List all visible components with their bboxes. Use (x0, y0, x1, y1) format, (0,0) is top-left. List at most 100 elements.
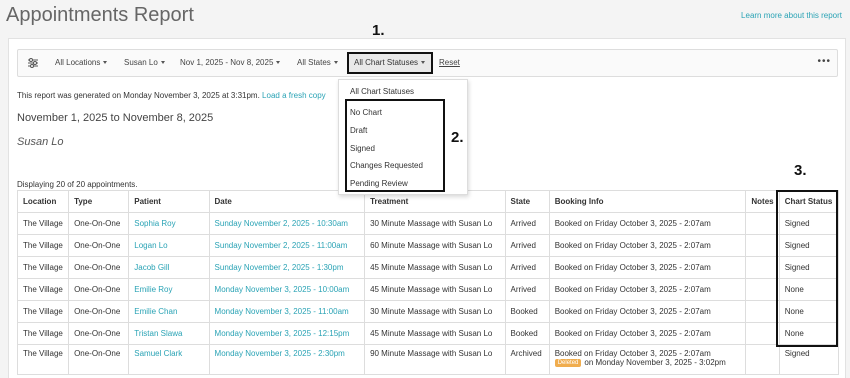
chevron-down-icon (333, 61, 338, 65)
booking-text: Booked on Friday October 3, 2025 - 2:07a… (554, 349, 711, 358)
cell-chart-status: Signed (778, 256, 840, 279)
cell-treatment: 90 Minute Massage with Susan Lo (364, 344, 506, 375)
chevron-down-icon (103, 61, 108, 65)
cell-date-link[interactable]: Monday November 3, 2025 - 2:30pm (208, 344, 366, 375)
cell-date-link[interactable]: Sunday November 2, 2025 - 11:00am (208, 234, 366, 257)
cell-date-link[interactable]: Sunday November 2, 2025 - 1:30pm (208, 256, 366, 279)
cell-treatment: 30 Minute Massage with Susan Lo (364, 212, 506, 235)
report-date-range: November 1, 2025 to November 8, 2025 (17, 112, 214, 124)
cell-chart-status: Signed (778, 212, 840, 235)
cell-booking-info: Booked on Friday October 3, 2025 - 2:07a… (548, 234, 747, 257)
cell-location: The Village (16, 278, 70, 301)
chart-status-dropdown: All Chart Statuses No Chart Draft Signed… (338, 79, 468, 195)
cell-notes (745, 256, 780, 279)
cell-notes (745, 322, 780, 345)
cell-treatment: 60 Minute Massage with Susan Lo (364, 234, 506, 257)
generated-text: This report was generated on Monday Nove… (17, 91, 260, 100)
header-chart-status[interactable]: Chart Status (778, 190, 840, 213)
cell-type: One-On-One (68, 300, 130, 323)
cell-treatment: 45 Minute Massage with Susan Lo (364, 322, 506, 345)
cell-location: The Village (16, 300, 70, 323)
cell-booking-info: Booked on Friday October 3, 2025 - 2:07a… (548, 322, 747, 345)
cell-state: Booked (504, 300, 550, 323)
cell-type: One-On-One (68, 256, 130, 279)
dropdown-item-all[interactable]: All Chart Statuses (350, 87, 414, 96)
cell-state: Arrived (504, 256, 550, 279)
cell-location: The Village (16, 322, 70, 345)
callout-3: 3. (794, 162, 807, 179)
cell-type: One-On-One (68, 212, 130, 235)
chart-status-filter[interactable]: All Chart Statuses (347, 52, 433, 74)
cell-patient-link[interactable]: Emilie Chan (128, 300, 210, 323)
table-row: The Village One-On-One Jacob Gill Sunday… (16, 256, 840, 279)
cell-date-link[interactable]: Monday November 3, 2025 - 11:00am (208, 300, 366, 323)
table-row: The Village One-On-One Logan Lo Sunday N… (16, 234, 840, 257)
cell-notes (745, 234, 780, 257)
cell-notes (745, 212, 780, 235)
header-patient[interactable]: Patient (128, 190, 210, 213)
cell-state: Arrived (504, 212, 550, 235)
cell-location: The Village (16, 212, 70, 235)
dropdown-highlight-box (345, 99, 445, 192)
deleted-badge: Deleted (554, 358, 582, 367)
cell-patient-link[interactable]: Logan Lo (128, 234, 210, 257)
cell-date-link[interactable]: Monday November 3, 2025 - 10:00am (208, 278, 366, 301)
cell-booking-info: Booked on Friday October 3, 2025 - 2:07a… (548, 344, 747, 375)
cell-date-link[interactable]: Monday November 3, 2025 - 12:15pm (208, 322, 366, 345)
table-row: The Village One-On-One Sophia Roy Sunday… (16, 212, 840, 235)
cell-state: Archived (504, 344, 550, 375)
callout-2: 2. (451, 129, 464, 146)
deleted-line: Deleted on Monday November 3, 2025 - 3:02… (554, 358, 741, 367)
cell-chart-status: None (778, 300, 840, 323)
report-card: All Locations Susan Lo Nov 1, 2025 - Nov… (8, 22, 846, 378)
cell-notes (745, 344, 780, 375)
cell-patient-link[interactable]: Sophia Roy (128, 212, 210, 235)
cell-treatment: 45 Minute Massage with Susan Lo (364, 278, 506, 301)
deleted-text: on Monday November 3, 2025 - 3:02pm (584, 358, 726, 367)
cell-chart-status: Signed (778, 344, 840, 375)
cell-treatment: 45 Minute Massage with Susan Lo (364, 256, 506, 279)
appointments-table: Location Type Patient Date Treatment Sta… (16, 190, 840, 375)
cell-booking-info: Booked on Friday October 3, 2025 - 2:07a… (548, 300, 747, 323)
cell-type: One-On-One (68, 344, 130, 375)
reset-link[interactable]: Reset (439, 50, 460, 76)
cell-patient-link[interactable]: Jacob Gill (128, 256, 210, 279)
cell-location: The Village (16, 344, 70, 375)
cell-booking-info: Booked on Friday October 3, 2025 - 2:07a… (548, 278, 747, 301)
table-row: The Village One-On-One Emilie Chan Monda… (16, 300, 840, 323)
more-options-icon[interactable]: ••• (817, 50, 831, 74)
table-row: The Village One-On-One Emilie Roy Monday… (16, 278, 840, 301)
cell-location: The Village (16, 256, 70, 279)
cell-date-link[interactable]: Sunday November 2, 2025 - 10:30am (208, 212, 366, 235)
report-staff-name: Susan Lo (17, 136, 64, 148)
cell-state: Arrived (504, 234, 550, 257)
header-location[interactable]: Location (16, 190, 70, 213)
locations-filter[interactable]: All Locations (55, 50, 108, 76)
header-booking-info[interactable]: Booking Info (548, 190, 747, 213)
cell-chart-status: Signed (778, 234, 840, 257)
cell-location: The Village (16, 234, 70, 257)
cell-patient-link[interactable]: Samuel Clark (128, 344, 210, 375)
staff-filter[interactable]: Susan Lo (124, 50, 165, 76)
chevron-down-icon (421, 61, 426, 65)
chevron-down-icon (276, 61, 281, 65)
displaying-count: Displaying 20 of 20 appointments. (17, 180, 138, 189)
cell-patient-link[interactable]: Tristan Slawa (128, 322, 210, 345)
header-notes[interactable]: Notes (745, 190, 780, 213)
chevron-down-icon (160, 61, 165, 65)
table-row: The Village One-On-One Tristan Slawa Mon… (16, 322, 840, 345)
cell-chart-status: None (778, 278, 840, 301)
filter-sliders-icon[interactable] (27, 57, 39, 69)
header-type[interactable]: Type (68, 190, 130, 213)
learn-more-link[interactable]: Learn more about this report (741, 11, 842, 20)
load-fresh-copy-link[interactable]: Load a fresh copy (262, 91, 326, 100)
cell-type: One-On-One (68, 322, 130, 345)
cell-type: One-On-One (68, 278, 130, 301)
page-title: Appointments Report (6, 4, 194, 26)
date-range-filter[interactable]: Nov 1, 2025 - Nov 8, 2025 (180, 50, 281, 76)
states-filter[interactable]: All States (297, 50, 338, 76)
cell-patient-link[interactable]: Emilie Roy (128, 278, 210, 301)
cell-booking-info: Booked on Friday October 3, 2025 - 2:07a… (548, 212, 747, 235)
header-state[interactable]: State (504, 190, 550, 213)
cell-treatment: 30 Minute Massage with Susan Lo (364, 300, 506, 323)
